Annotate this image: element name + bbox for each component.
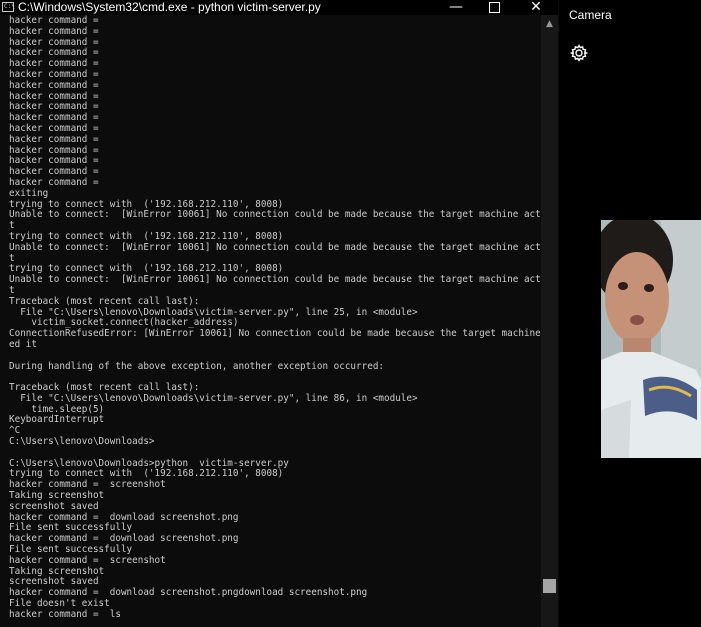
console-line: Unable to connect: [WinError 10061] No c… xyxy=(9,274,558,286)
console-line: hacker command = ls xyxy=(9,608,121,620)
camera-feed-image xyxy=(601,220,701,458)
camera-window: Camera xyxy=(559,0,701,627)
cmd-window: C:\ C:\Windows\System32\cmd.exe - python… xyxy=(0,0,558,627)
console-line: exiting xyxy=(9,187,49,199)
window-title: C:\Windows\System32\cmd.exe - python vic… xyxy=(18,0,321,14)
settings-button[interactable] xyxy=(569,43,589,63)
cmd-icon: C:\ xyxy=(2,2,15,12)
scroll-up-arrow-icon[interactable]: ▲ xyxy=(541,19,558,29)
title-bar[interactable]: C:\ C:\Windows\System32\cmd.exe - python… xyxy=(0,0,558,15)
close-icon: ✕ xyxy=(530,0,542,15)
close-button[interactable]: ✕ xyxy=(514,0,558,15)
camera-app-title: Camera xyxy=(569,8,612,22)
maximize-button[interactable] xyxy=(472,0,516,15)
console-line: Traceback (most recent call last): xyxy=(9,295,200,307)
scroll-thumb[interactable] xyxy=(543,579,556,593)
console-line: hacker command = xyxy=(9,133,99,145)
minimize-icon: — xyxy=(449,0,463,15)
console-line: hacker command = xyxy=(9,25,99,37)
console-line: KeyboardInterrupt xyxy=(9,414,105,426)
console-line: hacker command = xyxy=(9,176,99,188)
console-line: C:\Users\lenovo\Downloads> xyxy=(9,436,155,448)
gear-icon xyxy=(569,44,589,62)
maximize-icon xyxy=(488,2,500,13)
console-line: ConnectionRefusedError: [WinError 10061]… xyxy=(9,328,558,340)
console-output[interactable]: hacker command = hacker command = hacker c… xyxy=(9,15,558,621)
camera-preview xyxy=(601,220,701,458)
vertical-scrollbar[interactable]: ▲ xyxy=(541,15,558,627)
console-line: ed it xyxy=(9,338,37,350)
console-line: During handling of the above exception, … xyxy=(9,360,385,372)
console-line: Unable to connect: [WinError 10061] No c… xyxy=(9,209,558,221)
console-line: Unable to connect: [WinError 10061] No c… xyxy=(9,241,558,253)
console-line: hacker command = xyxy=(9,79,99,91)
